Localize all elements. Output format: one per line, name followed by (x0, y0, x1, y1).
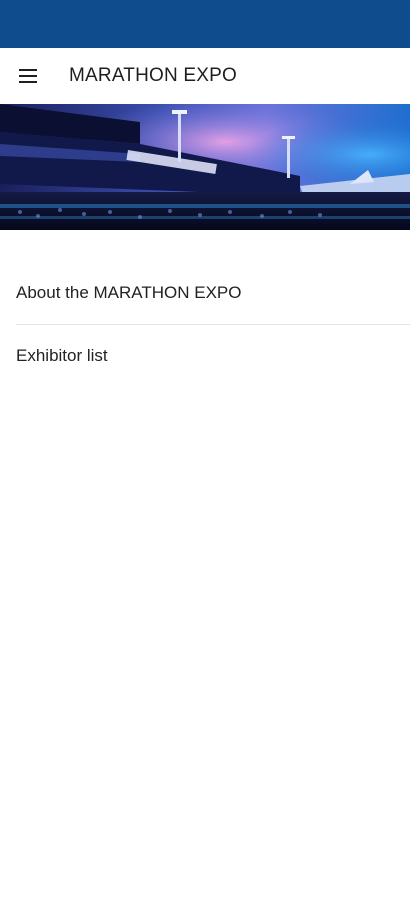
menu-button[interactable] (0, 48, 56, 104)
list-item-label: Exhibitor list (16, 346, 108, 365)
status-bar (0, 0, 410, 48)
list-item-about[interactable]: About the MARATHON EXPO (0, 262, 410, 324)
list-item-label: About the MARATHON EXPO (16, 283, 242, 302)
app-title: MARATHON EXPO (69, 65, 237, 86)
list-item-exhibitor-list[interactable]: Exhibitor list (0, 325, 410, 387)
menu-list: About the MARATHON EXPO Exhibitor list (0, 262, 410, 387)
hamburger-menu-icon (19, 69, 37, 83)
hero-banner-image (0, 104, 410, 230)
app-bar: MARATHON EXPO (0, 48, 410, 104)
